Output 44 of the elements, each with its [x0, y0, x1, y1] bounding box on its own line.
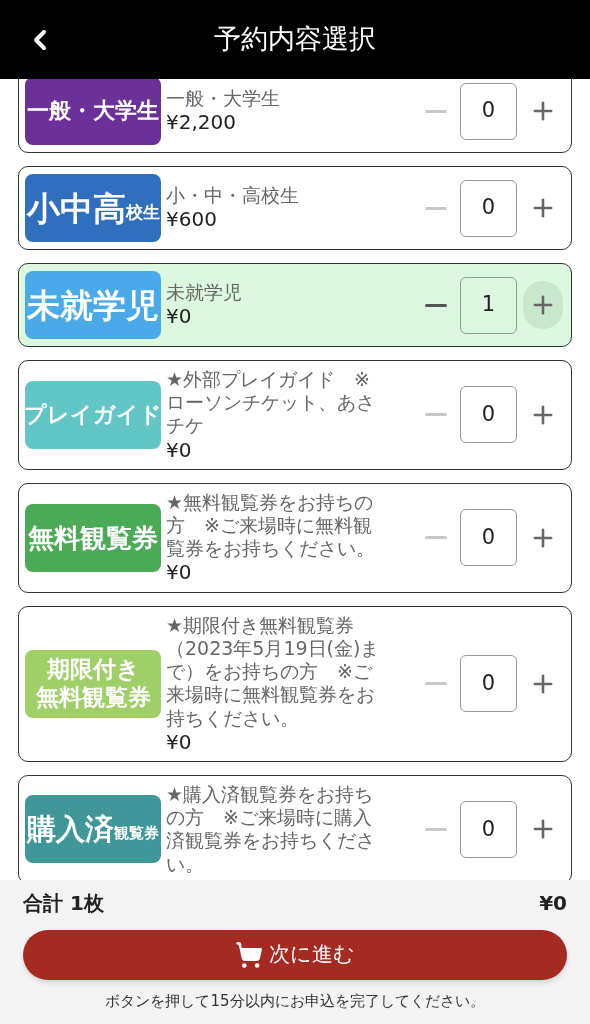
- badge-label: 無料観覧券: [28, 524, 158, 551]
- quantity-field[interactable]: 0: [460, 509, 517, 567]
- ticket-description: ★期限付き無料観覧券（2023年5月19日(金)まで）をお持ちの方 ※ご来場時に無料観覧券をお持ちください。: [166, 613, 381, 730]
- ticket-description: ★購入済観覧券をお持ちの方 ※ご来場時に購入済観覧券をお持ちください。: [166, 783, 376, 876]
- total-count: 合計 1枚: [23, 890, 104, 917]
- badge-label: 無料観覧券: [35, 683, 151, 712]
- ticket-description: 未就学児: [166, 281, 243, 305]
- badge-label: 未就学児: [27, 288, 159, 322]
- quantity-field[interactable]: 0: [460, 179, 517, 237]
- quantity-field[interactable]: 1: [460, 276, 517, 334]
- ticket-price: ¥0: [166, 729, 193, 755]
- badge-label: 期限付き: [46, 656, 140, 684]
- ticket-price: ¥2,200: [166, 110, 237, 135]
- ticket-price: ¥0: [166, 304, 193, 329]
- cart-icon: [235, 941, 263, 969]
- ticket-description: 小・中・高校生: [166, 184, 300, 208]
- minus-icon: [425, 109, 447, 113]
- badge-label: 購入済: [27, 814, 114, 844]
- quantity-field[interactable]: 0: [460, 82, 517, 140]
- ticket-price: ¥600: [166, 207, 218, 232]
- ticket-description: 一般・大学生: [166, 87, 281, 111]
- minus-icon: [425, 682, 447, 686]
- plus-button[interactable]: [523, 281, 563, 329]
- badge-label: 一般・大学生: [27, 100, 159, 122]
- ticket-price: ¥0: [166, 437, 193, 462]
- next-button[interactable]: 次に進む: [23, 930, 567, 980]
- ticket-price: ¥0: [166, 560, 193, 585]
- badge-suffix: 校生: [125, 203, 160, 221]
- time-limit-note: ボタンを押して15分以内にお申込を完了してください。: [104, 991, 486, 1012]
- minus-icon: [425, 206, 447, 210]
- minus-icon: [425, 413, 447, 417]
- total-price: ¥0: [539, 890, 567, 917]
- minus-icon: [425, 536, 447, 540]
- minus-icon: [425, 303, 447, 307]
- minus-icon: [425, 827, 447, 831]
- page-title: 予約内容選択: [214, 22, 376, 57]
- badge-label: プレイガイド: [24, 403, 162, 426]
- quantity-field[interactable]: 0: [460, 655, 517, 713]
- badge-suffix: 観覧券: [114, 825, 159, 841]
- ticket-description: ★無料観覧券をお持ちの方 ※ご来場時に無料観覧券をお持ちください。: [166, 490, 376, 561]
- quantity-field[interactable]: 0: [460, 800, 517, 858]
- ticket-description: ★外部プレイガイド ※ローソンチケット、あさチケ: [166, 368, 376, 438]
- quantity-field[interactable]: 0: [460, 386, 517, 444]
- badge-label: 小中高: [26, 191, 126, 225]
